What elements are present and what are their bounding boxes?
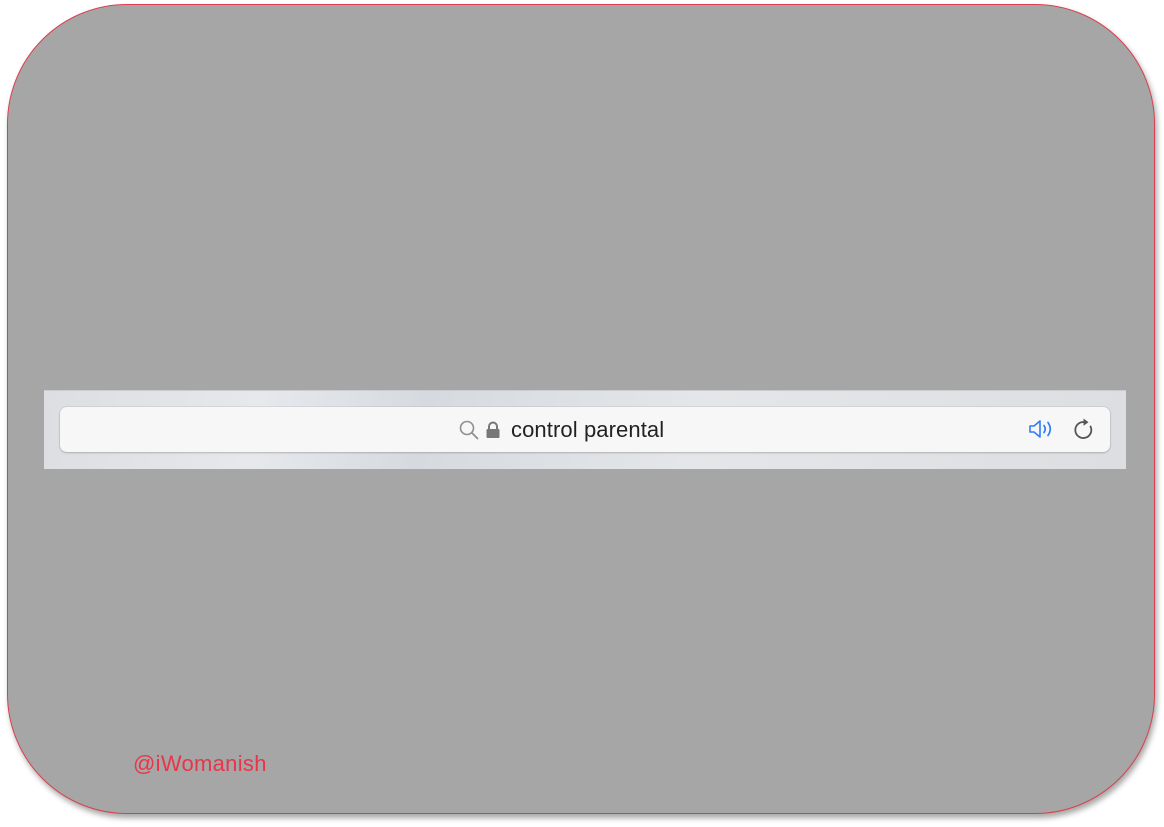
address-bar-content: control parental <box>458 407 664 452</box>
reload-icon[interactable] <box>1072 417 1096 443</box>
watermark: @iWomanish <box>133 751 267 776</box>
url-text[interactable]: control parental <box>511 417 664 443</box>
lock-icon <box>485 421 501 439</box>
browser-toolbar: control parental <box>44 390 1126 469</box>
address-bar[interactable]: control parental <box>60 407 1110 452</box>
search-icon <box>458 419 480 441</box>
speaker-icon[interactable] <box>1028 417 1060 441</box>
image-frame: control parental @iWomanish <box>7 4 1155 814</box>
